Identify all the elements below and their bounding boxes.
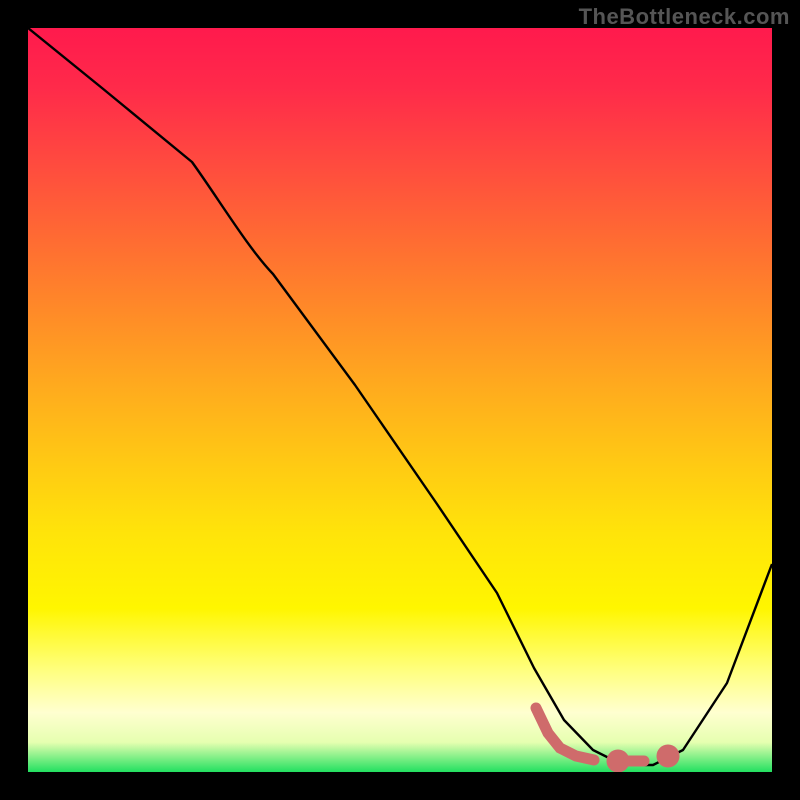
chart-frame: TheBottleneck.com: [0, 0, 800, 800]
watermark-text: TheBottleneck.com: [579, 4, 790, 30]
gradient-background: [28, 28, 772, 772]
